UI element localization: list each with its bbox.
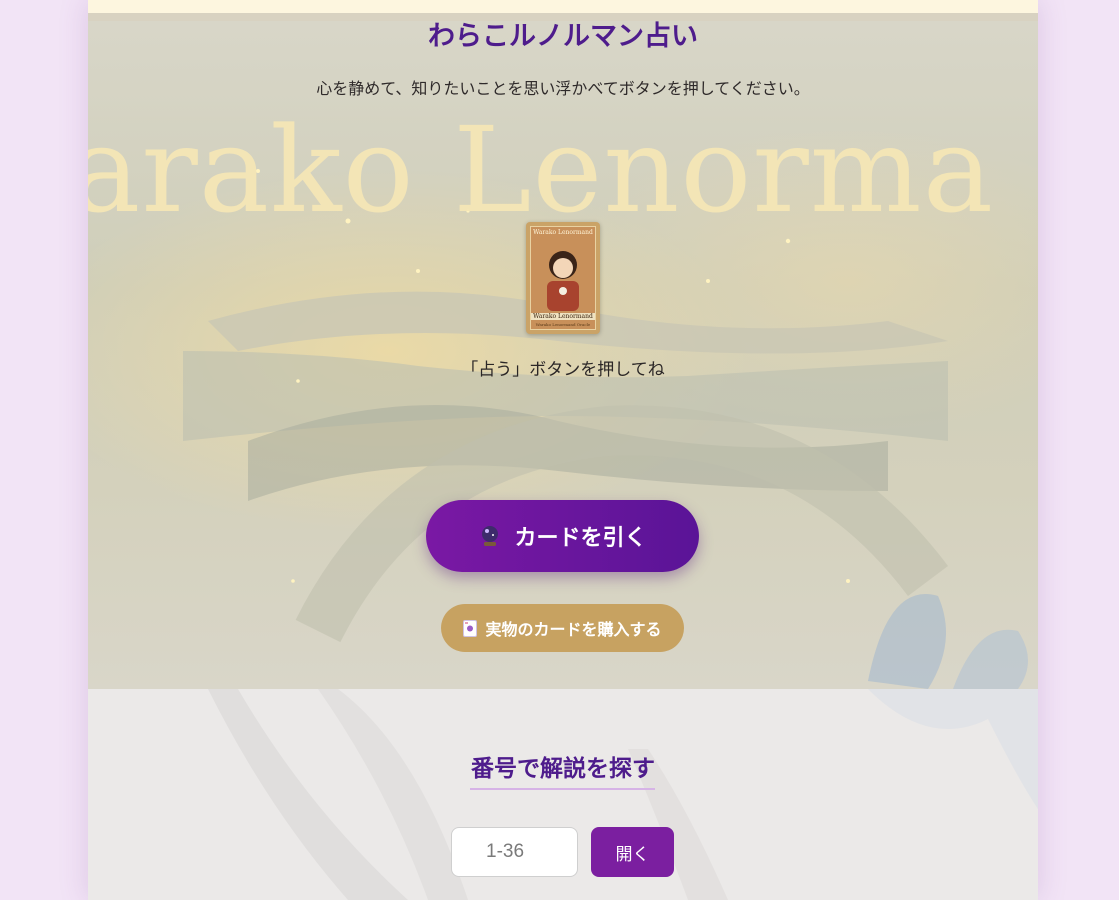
- card-number-input[interactable]: [451, 827, 578, 877]
- draw-card-button[interactable]: カードを引く: [426, 500, 699, 572]
- card-icon: [463, 619, 478, 637]
- card-face: Warako Lenormand Warako Lenormand Warako…: [530, 226, 596, 330]
- page-title: わらこルノルマン占い: [428, 21, 698, 52]
- card-caption: Warako Lenormand Oracle: [535, 322, 591, 327]
- tarot-card-back: Warako Lenormand Warako Lenormand Warako…: [526, 222, 600, 334]
- girl-illustration: [547, 251, 579, 311]
- top-bar: [88, 0, 1038, 13]
- reading-prompt: 「占う」ボタンを押してね: [461, 360, 665, 380]
- hero-wordmark: arako Lenorma: [88, 101, 995, 239]
- search-section-title: 番号で解説を探す: [471, 756, 655, 782]
- page-subtitle: 心を静めて、知りたいことを思い浮かべてボタンを押してください。: [316, 79, 810, 98]
- draw-card-label: カードを引く: [514, 526, 647, 551]
- main-panel: arako Lenorma わらこルノルマン占い 心を静めて、知りたいことを思い…: [88, 0, 1038, 900]
- card-top-label: Warako Lenormand: [533, 229, 593, 236]
- search-title-underline: [470, 788, 655, 790]
- crystal-ball-icon: [482, 526, 499, 546]
- buy-physical-card-button[interactable]: 実物のカードを購入する: [441, 604, 684, 652]
- buy-card-label: 実物のカードを購入する: [485, 620, 662, 639]
- open-explanation-button[interactable]: 開く: [591, 827, 674, 877]
- card-bottom-label: Warako Lenormand: [531, 313, 595, 320]
